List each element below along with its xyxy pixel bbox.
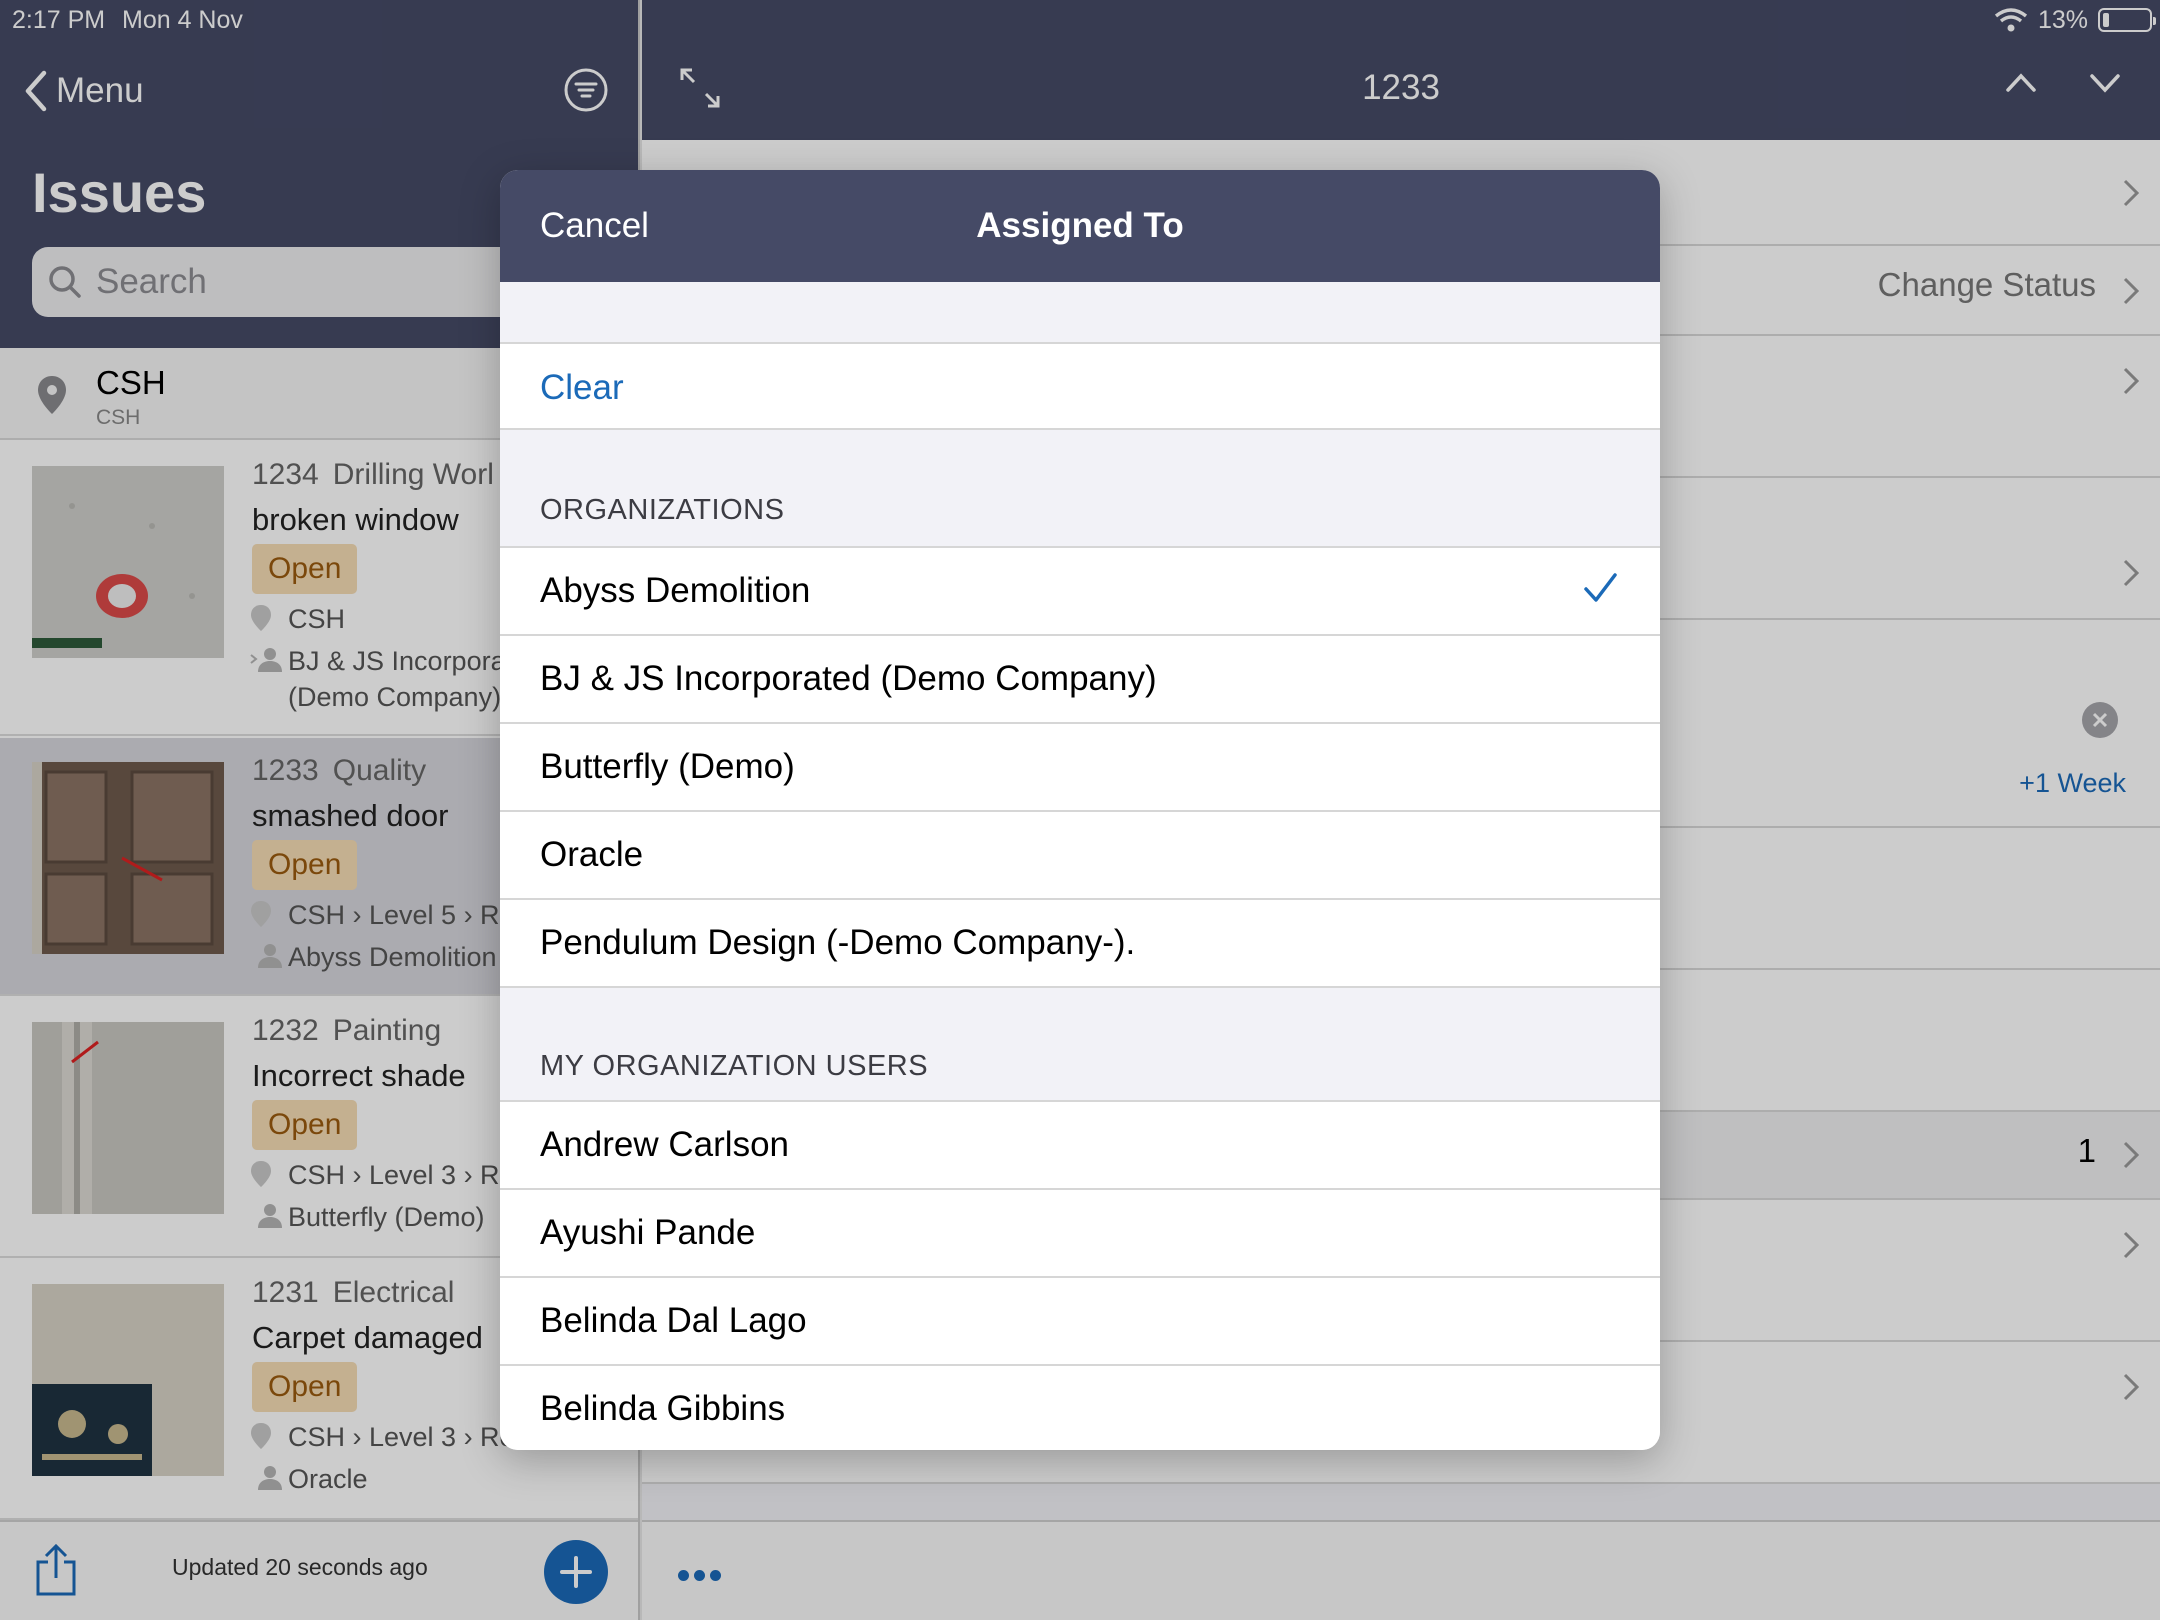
option-label: Andrew Carlson: [540, 1125, 789, 1164]
user-option[interactable]: Belinda Gibbins: [500, 1366, 1660, 1450]
organization-option[interactable]: Butterfly (Demo): [500, 724, 1660, 812]
user-option[interactable]: Ayushi Pande: [500, 1190, 1660, 1278]
checkmark-icon: [1584, 573, 1617, 602]
organization-option[interactable]: BJ & JS Incorporated (Demo Company): [500, 636, 1660, 724]
users-section-header: MY ORGANIZATION USERS: [540, 1050, 929, 1082]
option-label: Belinda Dal Lago: [540, 1301, 807, 1340]
option-label: Oracle: [540, 835, 644, 874]
clear-button[interactable]: Clear: [540, 368, 624, 408]
option-label: Butterfly (Demo): [540, 747, 795, 786]
modal-header: Cancel Assigned To: [500, 170, 1660, 282]
modal-title: Assigned To: [976, 206, 1184, 245]
organization-option[interactable]: Abyss Demolition: [500, 548, 1660, 636]
organizations-section-header: ORGANIZATIONS: [540, 494, 785, 526]
clear-selection-row[interactable]: Clear: [500, 342, 1660, 430]
organization-option[interactable]: Pendulum Design (-Demo Company-).: [500, 900, 1660, 988]
option-label: Ayushi Pande: [540, 1213, 756, 1252]
option-label: Abyss Demolition: [540, 571, 811, 610]
user-option[interactable]: Andrew Carlson: [500, 1102, 1660, 1190]
assigned-to-modal: Cancel Assigned To Clear ORGANIZATIONS A…: [500, 170, 1660, 1450]
users-list: Andrew Carlson Ayushi Pande Belinda Dal …: [500, 1100, 1660, 1450]
option-label: Belinda Gibbins: [540, 1389, 786, 1428]
option-label: Pendulum Design (-Demo Company-).: [540, 923, 1136, 962]
option-label: BJ & JS Incorporated (Demo Company): [540, 659, 1157, 698]
organization-option[interactable]: Oracle: [500, 812, 1660, 900]
user-option[interactable]: Belinda Dal Lago: [500, 1278, 1660, 1366]
organizations-list: Abyss Demolition BJ & JS Incorporated (D…: [500, 546, 1660, 988]
